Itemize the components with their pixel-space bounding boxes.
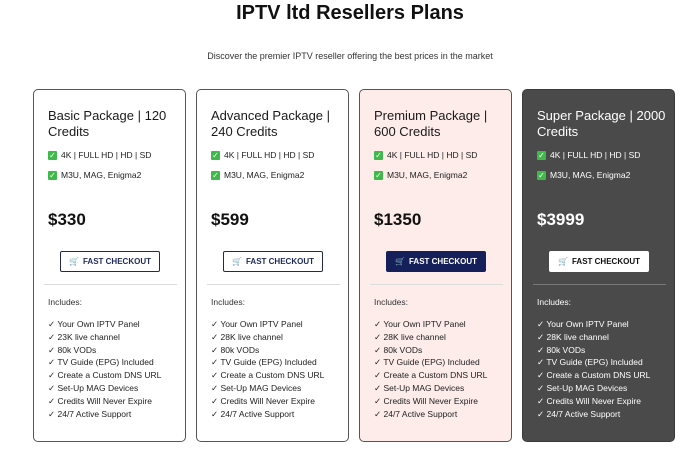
page-title: IPTV ltd Resellers Plans <box>236 2 464 24</box>
list-item: ✓ 23K live channel <box>48 331 120 342</box>
divider <box>370 284 503 285</box>
checkmark-icon: ✓ <box>48 170 57 180</box>
list-item: ✓ TV Guide (EPG) Included <box>211 357 317 368</box>
button-label: FAST CHECKOUT <box>82 257 151 266</box>
feature-item: ✓ M3U, MAG, Enigma2 <box>211 170 304 180</box>
button-label: FAST CHECKOUT <box>408 257 477 266</box>
cart-icon: 🛒 <box>232 257 242 266</box>
list-item: ✓ Create a Custom DNS URL <box>48 370 162 381</box>
checkmark-icon: ✓ <box>537 150 546 160</box>
checkmark-icon: ✓ <box>211 150 220 160</box>
list-item: ✓ 24/7 Active Support <box>211 408 295 419</box>
list-item: ✓ Your Own IPTV Panel <box>211 319 303 329</box>
cart-icon: 🛒 <box>558 257 568 266</box>
list-item: ✓ Your Own IPTV Panel <box>48 319 140 329</box>
feature-label: M3U, MAG, Enigma2 <box>224 170 305 180</box>
plan-card-super: Super Package | 2000 Credits ✓ 4K | FULL… <box>522 89 675 442</box>
plan-title: Advanced Package | 240 Credits <box>211 108 331 139</box>
feature-item: ✓ M3U, MAG, Enigma2 <box>537 170 630 180</box>
feature-item: ✓ 4K | FULL HD | HD | SD <box>48 150 151 160</box>
checkmark-icon: ✓ <box>211 170 220 180</box>
list-item: ✓ 24/7 Active Support <box>48 408 132 419</box>
feature-label: 4K | FULL HD | HD | SD <box>61 150 152 160</box>
divider <box>533 284 666 285</box>
list-item: ✓ 80k VODs <box>211 344 260 355</box>
feature-label: 4K | FULL HD | HD | SD <box>550 150 641 160</box>
plan-price: $599 <box>211 210 249 229</box>
feature-label: 4K | FULL HD | HD | SD <box>387 150 478 160</box>
fast-checkout-button[interactable]: 🛒 FAST CHECKOUT <box>60 251 160 272</box>
list-item: ✓ Credits Will Never Expire <box>537 395 641 406</box>
cart-icon: 🛒 <box>69 257 79 266</box>
list-item: ✓ Credits Will Never Expire <box>374 395 478 406</box>
list-item: ✓ Create a Custom DNS URL <box>211 370 325 381</box>
plan-card-basic: Basic Package | 120 Credits ✓ 4K | FULL … <box>33 89 186 442</box>
includes-label: Includes: <box>48 297 83 307</box>
plan-card-premium: Premium Package | 600 Credits ✓ 4K | FUL… <box>359 89 512 442</box>
list-item: ✓ 28K live channel <box>211 331 283 342</box>
list-item: ✓ Set-Up MAG Devices <box>211 382 302 393</box>
includes-label: Includes: <box>211 297 246 307</box>
feature-label: 4K | FULL HD | HD | SD <box>224 150 315 160</box>
list-item: ✓ Create a Custom DNS URL <box>374 370 488 381</box>
list-item: ✓ Credits Will Never Expire <box>211 395 315 406</box>
checkmark-icon: ✓ <box>374 150 383 160</box>
list-item: ✓ 28K live channel <box>374 331 446 342</box>
list-item: ✓ 80k VODs <box>537 344 586 355</box>
includes-label: Includes: <box>374 297 409 307</box>
feature-label: M3U, MAG, Enigma2 <box>61 170 142 180</box>
list-item: ✓ Set-Up MAG Devices <box>374 382 465 393</box>
plan-title: Premium Package | 600 Credits <box>374 108 488 139</box>
fast-checkout-button[interactable]: 🛒 FAST CHECKOUT <box>386 251 486 272</box>
list-item: ✓ 28K live channel <box>537 331 609 342</box>
button-label: FAST CHECKOUT <box>245 257 314 266</box>
feature-item: ✓ 4K | FULL HD | HD | SD <box>537 150 640 160</box>
list-item: ✓ TV Guide (EPG) Included <box>374 357 480 368</box>
plan-title: Super Package | 2000 Credits <box>537 108 666 139</box>
checkmark-icon: ✓ <box>48 150 57 160</box>
list-item: ✓ Your Own IPTV Panel <box>537 319 629 329</box>
button-label: FAST CHECKOUT <box>571 257 640 266</box>
feature-item: ✓ M3U, MAG, Enigma2 <box>48 170 141 180</box>
feature-label: M3U, MAG, Enigma2 <box>550 170 631 180</box>
includes-list: ✓ Your Own IPTV Panel ✓ 28K live channel… <box>211 318 324 420</box>
plan-price: $1350 <box>374 210 422 229</box>
list-item: ✓ Set-Up MAG Devices <box>48 382 139 393</box>
plan-price: $330 <box>48 210 86 229</box>
fast-checkout-button[interactable]: 🛒 FAST CHECKOUT <box>223 251 323 272</box>
feature-item: ✓ M3U, MAG, Enigma2 <box>374 170 467 180</box>
plan-card-advanced: Advanced Package | 240 Credits ✓ 4K | FU… <box>196 89 349 442</box>
list-item: ✓ Your Own IPTV Panel <box>374 319 466 329</box>
list-item: ✓ Credits Will Never Expire <box>48 395 152 406</box>
fast-checkout-button[interactable]: 🛒 FAST CHECKOUT <box>549 251 649 272</box>
list-item: ✓ Create a Custom DNS URL <box>537 370 651 381</box>
feature-item: ✓ 4K | FULL HD | HD | SD <box>374 150 477 160</box>
list-item: ✓ Set-Up MAG Devices <box>537 382 628 393</box>
list-item: ✓ 80k VODs <box>48 344 97 355</box>
list-item: ✓ 24/7 Active Support <box>537 408 621 419</box>
divider <box>207 284 340 285</box>
includes-label: Includes: <box>537 297 572 307</box>
includes-list: ✓ Your Own IPTV Panel ✓ 28K live channel… <box>374 318 487 420</box>
divider <box>44 284 177 285</box>
checkmark-icon: ✓ <box>537 170 546 180</box>
includes-list: ✓ Your Own IPTV Panel ✓ 28K live channel… <box>537 318 650 420</box>
list-item: ✓ 80k VODs <box>374 344 423 355</box>
list-item: ✓ 24/7 Active Support <box>374 408 458 419</box>
cart-icon: 🛒 <box>395 257 405 266</box>
plan-title: Basic Package | 120 Credits <box>48 108 167 139</box>
feature-label: M3U, MAG, Enigma2 <box>387 170 468 180</box>
includes-list: ✓ Your Own IPTV Panel ✓ 23K live channel… <box>48 318 161 420</box>
checkmark-icon: ✓ <box>374 170 383 180</box>
list-item: ✓ TV Guide (EPG) Included <box>537 357 643 368</box>
plan-price: $3999 <box>537 210 585 229</box>
list-item: ✓ TV Guide (EPG) Included <box>48 357 154 368</box>
page-subtitle: Discover the premier IPTV reseller offer… <box>207 51 493 61</box>
feature-item: ✓ 4K | FULL HD | HD | SD <box>211 150 314 160</box>
